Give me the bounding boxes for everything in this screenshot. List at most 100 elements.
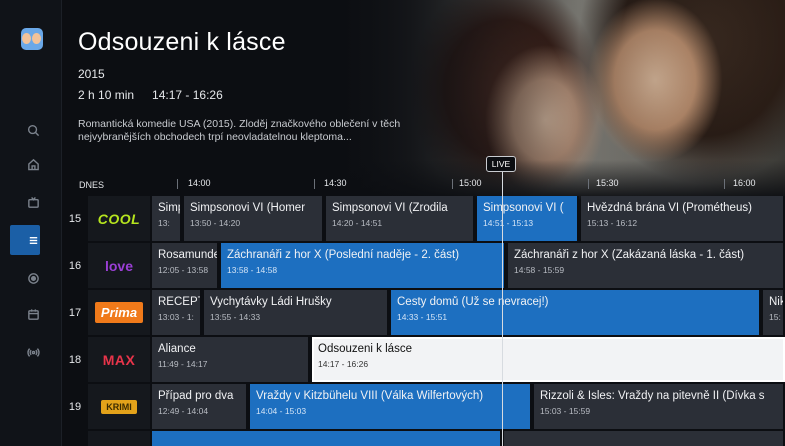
program-cell-time: 13:58 - 14:58 xyxy=(227,265,278,275)
program-cell-selected[interactable]: Odsouzeni k lásce 14:17 - 16:26 xyxy=(312,337,785,382)
channel-logo-cool[interactable]: COOL xyxy=(88,196,150,241)
nav-recordings[interactable] xyxy=(14,264,52,292)
program-cell[interactable]: Vychytávky Ládi Hrušky 13:55 - 14:33 xyxy=(204,290,389,335)
program-cell-title: RECEPT xyxy=(158,296,200,308)
record-icon xyxy=(27,272,39,284)
program-cell[interactable]: Hvězdná brána VI (Prométheus) 15:13 - 16… xyxy=(581,196,785,241)
program-cell-time: 14:04 - 15:03 xyxy=(256,406,307,416)
epg-grid: 15 COOL Simpsonovi VI 13: Simpsonovi VI … xyxy=(62,196,785,446)
program-cell-time: 14:33 - 15:51 xyxy=(397,312,448,322)
channel-row: 18 MAX Aliance 11:49 - 14:17 Odsouzeni k… xyxy=(62,337,785,383)
program-cell-time: 14:17 - 16:26 xyxy=(318,359,369,369)
channel-row: 15 COOL Simpsonovi VI 13: Simpsonovi VI … xyxy=(62,196,785,242)
channel-row: 19 KRIMI Případ pro dva 12:49 - 14:04 Vr… xyxy=(62,384,785,430)
program-cell-time: 14:20 - 14:51 xyxy=(332,218,383,228)
tick-mark xyxy=(588,179,589,189)
program-cell-title: Aliance xyxy=(158,343,196,355)
program-cell-title: Simpsonovi VI (Homer xyxy=(190,202,306,214)
channel-logo-max[interactable]: MAX xyxy=(88,337,150,382)
channel-number: 19 xyxy=(68,400,82,413)
channel-logo-love[interactable]: love xyxy=(88,243,150,288)
channel-logo-partial[interactable] xyxy=(88,431,150,446)
program-cell[interactable]: Simpsonovi VI ( 14:51 - 15:13 xyxy=(477,196,579,241)
program-cell-time: 13:50 - 14:20 xyxy=(190,218,241,228)
timeline: DNES 14:00 14:30 15:00 15:30 16:00 LIVE xyxy=(62,156,785,196)
program-cell-time: 13:03 - 1: xyxy=(158,312,194,322)
program-cell-time: 13:55 - 14:33 xyxy=(210,312,261,322)
tick-mark xyxy=(724,179,725,189)
channel-logo-text: MAX xyxy=(102,351,136,368)
program-cell-title: Odsouzeni k lásce xyxy=(318,343,412,355)
channel-row-partial xyxy=(62,431,785,446)
program-cell-time: 12:05 - 13:58 xyxy=(158,265,209,275)
tv-icon xyxy=(27,196,39,208)
program-cell-title: Vraždy v Kitzbühelu VIII (Válka Wilferto… xyxy=(256,390,484,402)
channel-logo-text: love xyxy=(104,257,133,274)
profile-avatar[interactable] xyxy=(21,28,43,50)
program-cell-time: 12:49 - 14:04 xyxy=(158,406,209,416)
nav-guide[interactable] xyxy=(14,226,52,254)
program-cell-title: Záchranáři z hor X (Zakázaná láska - 1. … xyxy=(514,249,745,261)
program-cell[interactable]: Simpsonovi VI (Homer 13:50 - 14:20 xyxy=(184,196,324,241)
program-cell-time: 11:49 - 14:17 xyxy=(158,359,208,369)
home-icon xyxy=(27,158,39,170)
tick-mark xyxy=(452,179,453,189)
program-cell[interactable]: Rosamunde 12:05 - 13:58 xyxy=(152,243,219,288)
live-indicator[interactable]: LIVE xyxy=(486,156,516,172)
tick-label: 16:00 xyxy=(733,178,756,188)
tick-label: 14:30 xyxy=(324,178,347,188)
program-cell[interactable]: Záchranáři z hor X (Poslední naděje - 2.… xyxy=(221,243,506,288)
program-duration: 2 h 10 min xyxy=(78,88,135,102)
avatar-face-icon xyxy=(32,33,41,44)
program-cell[interactable]: Vraždy v Kitzbühelu VIII (Válka Wilferto… xyxy=(250,384,532,429)
calendar-icon xyxy=(27,308,39,320)
program-cell-title: Hvězdná brána VI (Prométheus) xyxy=(587,202,752,214)
channel-logo-prima[interactable]: Prima xyxy=(88,290,150,335)
program-title: Odsouzeni k lásce xyxy=(78,28,286,56)
program-cell-title: Simpsonovi VI (Zrodila xyxy=(332,202,448,214)
program-cell-time: 15: xyxy=(769,312,781,322)
program-cell[interactable]: RECEPT 13:03 - 1: xyxy=(152,290,202,335)
program-cell-title: Rizzoli & Isles: Vraždy na pitevně II (D… xyxy=(540,390,765,402)
program-cell[interactable]: Nik 15: xyxy=(763,290,785,335)
tick-label: 15:30 xyxy=(596,178,619,188)
channel-logo-krimi[interactable]: KRIMI xyxy=(88,384,150,429)
tick-label: 14:00 xyxy=(188,178,211,188)
nav-search[interactable] xyxy=(14,116,52,144)
program-cell[interactable]: Aliance 11:49 - 14:17 xyxy=(152,337,310,382)
search-icon xyxy=(27,124,39,136)
program-cell[interactable]: Simpsonovi VI (Zrodila 14:20 - 14:51 xyxy=(326,196,475,241)
nav-calendar[interactable] xyxy=(14,300,52,328)
tick-mark xyxy=(177,179,178,189)
channel-row: 17 Prima RECEPT 13:03 - 1: Vychytávky Lá… xyxy=(62,290,785,336)
program-cell-time: 14:51 - 15:13 xyxy=(483,218,534,228)
program-cell[interactable]: Rizzoli & Isles: Vraždy na pitevně II (D… xyxy=(534,384,785,429)
sidebar xyxy=(0,0,62,446)
channel-row: 16 love Rosamunde 12:05 - 13:58 Záchraná… xyxy=(62,243,785,289)
avatar-face-icon xyxy=(22,33,31,44)
program-cell-title: Cesty domů (Už se nevracej!) xyxy=(397,296,549,308)
program-cell-title: Simpsonovi VI ( xyxy=(483,202,564,214)
channel-logo-text: KRIMI xyxy=(101,399,137,414)
program-cell-title: Případ pro dva xyxy=(158,390,234,402)
program-description: Romantická komedie USA (2015). Zloděj zn… xyxy=(78,118,401,143)
program-cell-title: Vychytávky Ládi Hrušky xyxy=(210,296,332,308)
nav-tv[interactable] xyxy=(14,188,52,216)
program-cell[interactable] xyxy=(504,431,785,446)
guide-list-icon xyxy=(29,236,37,244)
program-cell-title: Záchranáři z hor X (Poslední naděje - 2.… xyxy=(227,249,460,261)
program-cell[interactable]: Záchranáři z hor X (Zakázaná láska - 1. … xyxy=(508,243,785,288)
channel-logo-text: COOL xyxy=(97,210,141,227)
tick-mark xyxy=(314,179,315,189)
program-cell[interactable] xyxy=(152,431,502,446)
program-year: 2015 xyxy=(78,67,105,81)
program-cell[interactable]: Simpsonovi VI 13: xyxy=(152,196,182,241)
nav-radio[interactable] xyxy=(14,338,52,366)
nav-home[interactable] xyxy=(14,150,52,178)
program-cell[interactable]: Případ pro dva 12:49 - 14:04 xyxy=(152,384,248,429)
tick-label: 15:00 xyxy=(459,178,482,188)
program-cell[interactable]: Cesty domů (Už se nevracej!) 14:33 - 15:… xyxy=(391,290,761,335)
program-cell-title: Rosamunde xyxy=(158,249,217,261)
current-time-line xyxy=(502,172,503,446)
program-time: 14:17 - 16:26 xyxy=(152,88,223,102)
